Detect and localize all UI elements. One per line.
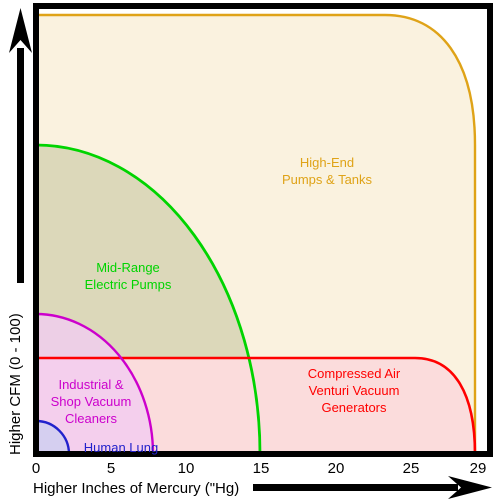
vacuum-ranges-chart: High-End Pumps & Tanks Mid-Range Electri… [7,3,493,499]
label-industrial-line1: Industrial & [58,377,123,392]
x-tick-15: 15 [253,460,270,477]
x-tick-10: 10 [178,460,195,477]
label-compressed-line2: Venturi Vacuum [309,383,400,398]
x-tick-25: 25 [403,460,420,477]
y-axis-arrow-icon [9,8,32,283]
label-compressed-line3: Generators [321,400,387,415]
x-axis-arrow-icon [253,476,492,499]
label-high-end-line2: Pumps & Tanks [282,172,373,187]
x-tick-20: 20 [328,460,345,477]
x-tick-0: 0 [32,460,40,477]
x-axis-ticks: 0 5 10 15 20 25 29 [32,460,487,477]
label-mid-range-line2: Electric Pumps [85,277,172,292]
label-human-lung: Human Lung [84,440,158,455]
x-tick-29: 29 [470,460,487,477]
x-tick-5: 5 [107,460,115,477]
x-axis-label: Higher Inches of Mercury ("Hg) [33,480,239,497]
label-industrial-line3: Cleaners [65,411,118,426]
label-mid-range-line1: Mid-Range [96,260,160,275]
label-industrial-line2: Shop Vacuum [51,394,132,409]
label-compressed-line1: Compressed Air [308,366,401,381]
chart-root: High-End Pumps & Tanks Mid-Range Electri… [0,0,500,500]
label-high-end-line1: High-End [300,155,354,170]
y-axis-label: Higher CFM (0 - 100) [7,313,24,455]
